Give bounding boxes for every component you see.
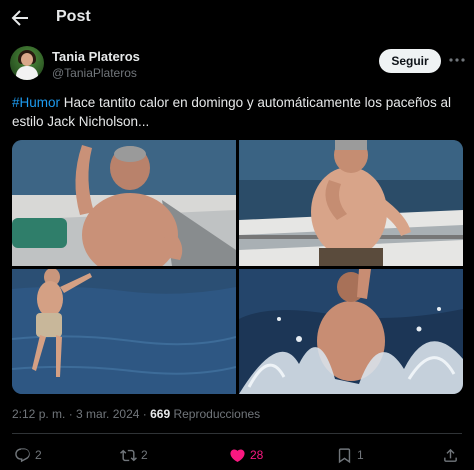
back-arrow-icon[interactable] <box>8 6 32 30</box>
retweet-icon <box>120 449 137 461</box>
page-title: Post <box>56 8 91 25</box>
photo-4[interactable] <box>239 269 463 394</box>
author-name[interactable]: Tania Plateros <box>52 49 140 64</box>
hashtag-link[interactable]: #Humor <box>12 95 60 110</box>
top-bar: Post <box>0 0 474 38</box>
more-icon[interactable] <box>448 53 466 67</box>
tweet-text: #Humor Hace tantito calor en domingo y a… <box>12 93 462 131</box>
avatar[interactable] <box>10 46 44 80</box>
meta-separator: · <box>139 407 151 421</box>
photo-1[interactable] <box>12 140 236 266</box>
post-meta: 2:12 p. m. · 3 mar. 2024 · 669 Reproducc… <box>12 407 260 421</box>
media-grid <box>12 140 463 394</box>
author-handle[interactable]: @TaniaPlateros <box>52 66 137 80</box>
bookmark-button[interactable]: 1 <box>336 446 364 464</box>
divider <box>12 433 462 434</box>
views-count: 669 <box>150 407 171 421</box>
like-count: 28 <box>250 448 264 462</box>
views-label: Reproducciones <box>170 407 261 421</box>
retweet-count: 2 <box>141 448 148 462</box>
photo-2[interactable] <box>239 140 463 266</box>
follow-button[interactable]: Seguir <box>379 49 441 73</box>
tweet-body: Hace tantito calor en domingo y automáti… <box>12 95 451 129</box>
like-button[interactable]: 28 <box>229 446 263 464</box>
bookmark-icon <box>338 447 351 463</box>
meta-separator: · <box>65 407 77 421</box>
share-button[interactable] <box>442 446 459 464</box>
post-time[interactable]: 2:12 p. m. <box>12 407 65 421</box>
photo-3[interactable] <box>12 269 236 394</box>
heart-icon <box>230 448 245 462</box>
retweet-button[interactable]: 2 <box>120 446 148 464</box>
reply-button[interactable]: 2 <box>14 446 42 464</box>
post-date[interactable]: 3 mar. 2024 <box>76 407 139 421</box>
reply-count: 2 <box>35 448 42 462</box>
reply-icon <box>15 447 30 462</box>
share-icon <box>444 448 457 462</box>
bookmark-count: 1 <box>357 448 364 462</box>
